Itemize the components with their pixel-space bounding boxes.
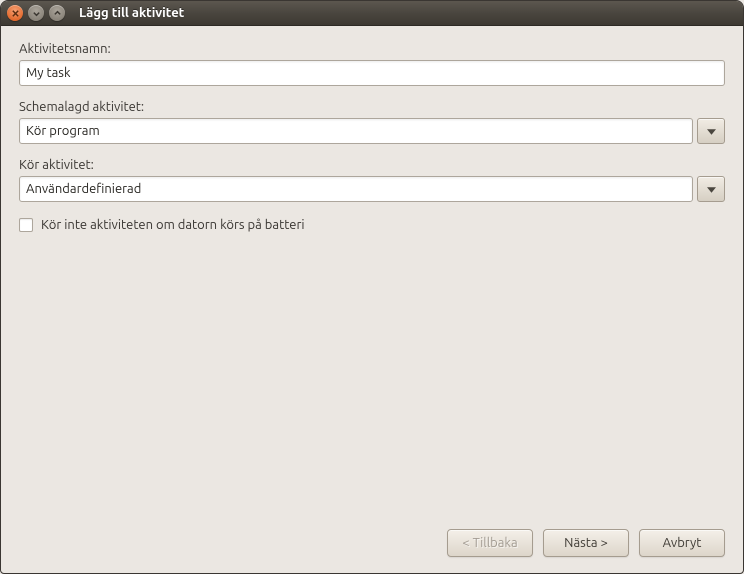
back-button: < Tillbaka [447,529,533,557]
dialog-window: Lägg till aktivitet Aktivitetsnamn: Sche… [0,0,744,574]
run-activity-dropdown-button[interactable] [697,176,725,202]
chevron-down-icon [707,182,716,196]
run-activity-label: Kör aktivitet: [19,158,725,172]
chevron-down-icon [707,124,716,138]
activity-name-group: Aktivitetsnamn: [19,42,725,86]
titlebar[interactable]: Lägg till aktivitet [1,1,743,26]
window-controls [7,5,65,21]
next-button[interactable]: Nästa > [543,529,629,557]
scheduled-activity-group: Schemalagd aktivitet: [19,100,725,144]
minimize-icon[interactable] [28,5,44,21]
run-activity-group: Kör aktivitet: [19,158,725,202]
scheduled-activity-input[interactable] [19,118,693,144]
cancel-button[interactable]: Avbryt [639,529,725,557]
battery-checkbox-label: Kör inte aktiviteten om datorn körs på b… [41,218,305,232]
scheduled-activity-dropdown-button[interactable] [697,118,725,144]
activity-name-input[interactable] [19,60,725,86]
close-icon[interactable] [7,5,23,21]
dialog-content: Aktivitetsnamn: Schemalagd aktivitet: Kö… [1,26,743,573]
run-activity-combo [19,176,725,202]
battery-checkbox-row: Kör inte aktiviteten om datorn körs på b… [19,218,725,232]
maximize-icon[interactable] [49,5,65,21]
scheduled-activity-label: Schemalagd aktivitet: [19,100,725,114]
window-title: Lägg till aktivitet [79,6,184,20]
scheduled-activity-combo [19,118,725,144]
activity-name-label: Aktivitetsnamn: [19,42,725,56]
battery-checkbox[interactable] [19,218,33,232]
run-activity-input[interactable] [19,176,693,202]
dialog-footer: < Tillbaka Nästa > Avbryt [19,529,725,557]
